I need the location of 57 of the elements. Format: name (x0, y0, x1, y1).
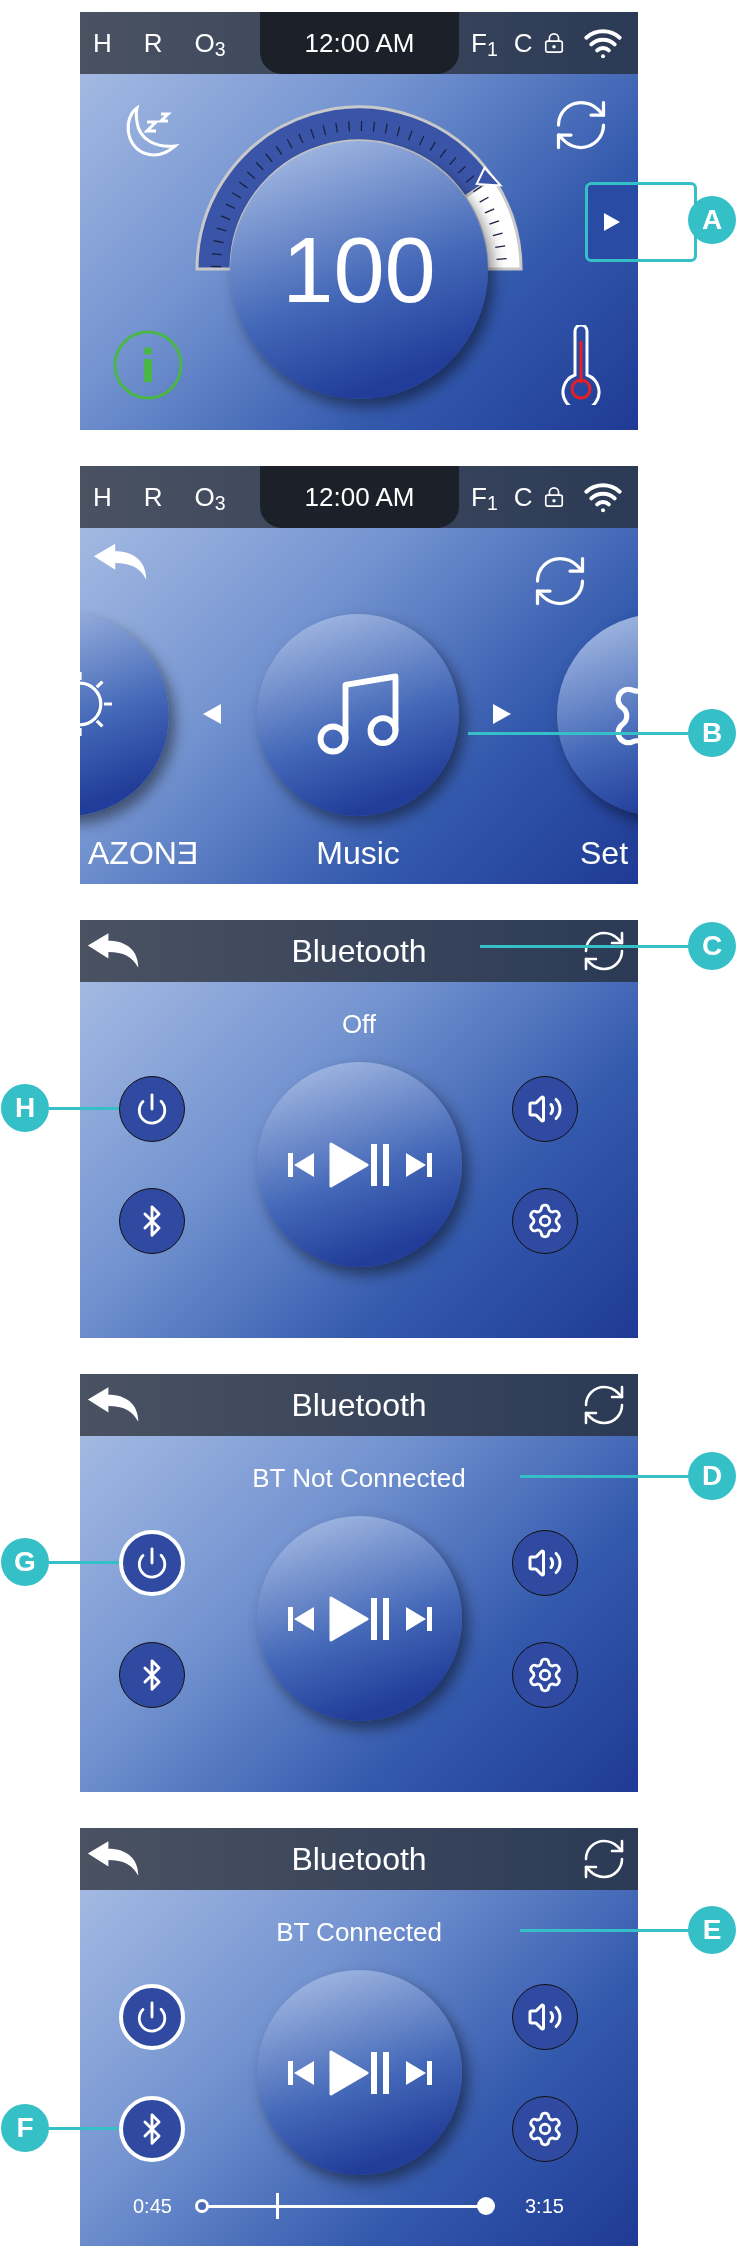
screen-title: Bluetooth (291, 1840, 427, 1879)
gauge-pointer[interactable] (475, 165, 503, 187)
total-time: 3:15 (525, 2194, 564, 2219)
previous-arrow-icon[interactable] (202, 703, 222, 725)
skip-back-icon[interactable] (286, 1605, 315, 1632)
skip-back-icon[interactable] (286, 1151, 315, 1178)
leader-line (49, 2127, 119, 2130)
status-indicator: C (513, 26, 533, 60)
play-pause-icon[interactable] (328, 1595, 391, 1642)
play-icon (603, 212, 621, 232)
temperature-dial[interactable]: 100 (230, 141, 488, 399)
callout-letter: E (688, 1906, 736, 1954)
status-indicator: O$_{3}$ (194, 26, 226, 63)
gear-icon (526, 2109, 564, 2148)
callout-letter: H (1, 1084, 49, 1132)
status-indicator: R (143, 26, 163, 60)
status-indicator: R (143, 480, 163, 514)
connection-status: BT Connected (276, 1916, 442, 1949)
gear-icon (526, 1201, 564, 1240)
power-icon (135, 1091, 169, 1126)
status-indicator: H (93, 26, 112, 60)
play-pause-icon[interactable] (328, 1141, 391, 1188)
power-icon (135, 1999, 169, 2034)
status-indicator: O$_{3}$ (194, 480, 226, 517)
progress-marker[interactable] (276, 2193, 279, 2219)
progress-track[interactable] (195, 2196, 495, 2216)
status-indicator: F$_{1}$ (471, 26, 498, 63)
power-icon (135, 1545, 169, 1580)
menu-item-label: Set (580, 834, 629, 873)
leader-line (49, 1561, 119, 1564)
callout-letter: B (688, 709, 736, 757)
callout-letter: D (688, 1452, 736, 1500)
skip-forward-icon[interactable] (404, 1151, 433, 1178)
status-indicator: H (93, 480, 112, 514)
next-arrow-icon[interactable] (492, 703, 512, 725)
status-indicator: F$_{1}$ (471, 480, 498, 517)
callout-letter: A (688, 196, 736, 244)
callout-letter: F (1, 2104, 49, 2152)
play-pause-icon[interactable] (328, 2049, 391, 2096)
gear-icon (526, 1655, 564, 1694)
thermometer-icon[interactable] (559, 325, 603, 405)
skip-forward-icon[interactable] (404, 2059, 433, 2086)
connection-status: Off (341, 1008, 377, 1041)
clock: 12:00 AM (260, 466, 459, 528)
skip-forward-icon[interactable] (404, 1605, 433, 1632)
screen-title: Bluetooth (291, 932, 427, 971)
leader-line (49, 1107, 119, 1110)
skip-back-icon[interactable] (286, 2059, 315, 2086)
menu-item-label: Music (315, 834, 401, 873)
callout-letter: G (1, 1538, 49, 1586)
clock: 12:00 AM (260, 12, 459, 74)
connection-status: BT Not Connected (252, 1462, 466, 1495)
callout-letter: C (688, 922, 736, 970)
menu-item-label: AZONƎ (88, 834, 199, 873)
screen-title: Bluetooth (291, 1386, 427, 1425)
elapsed-time: 0:45 (133, 2194, 173, 2219)
status-indicator: C (513, 480, 533, 514)
